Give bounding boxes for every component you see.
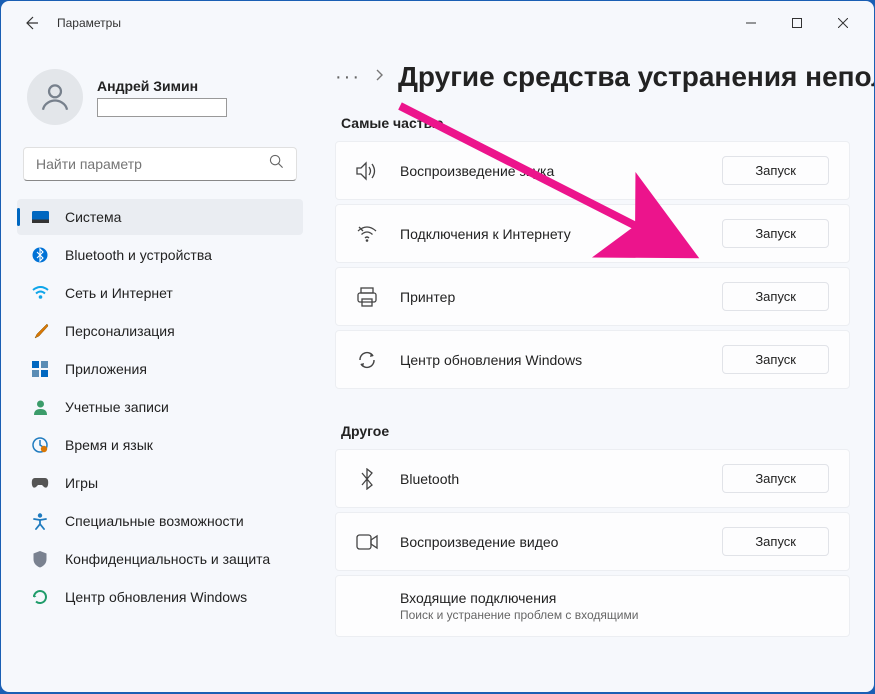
sync-icon bbox=[356, 349, 378, 371]
card-title: Центр обновления Windows bbox=[400, 352, 700, 368]
sidebar-item-time[interactable]: Время и язык bbox=[17, 427, 303, 463]
run-button[interactable]: Запуск bbox=[722, 219, 829, 248]
system-icon bbox=[31, 208, 49, 226]
speaker-icon bbox=[356, 160, 378, 182]
sidebar-item-bluetooth[interactable]: Bluetooth и устройства bbox=[17, 237, 303, 273]
nav-label: Конфиденциальность и защита bbox=[65, 551, 270, 567]
card-title: Входящие подключения bbox=[400, 590, 829, 606]
card-title: Воспроизведение звука bbox=[400, 163, 700, 179]
avatar bbox=[27, 69, 83, 125]
troubleshooter-windows-update: Центр обновления Windows Запуск bbox=[335, 330, 850, 389]
nav-label: Учетные записи bbox=[65, 399, 169, 415]
incoming-icon bbox=[356, 595, 378, 617]
troubleshooter-printer: Принтер Запуск bbox=[335, 267, 850, 326]
bluetooth-icon bbox=[356, 468, 378, 490]
person-icon bbox=[31, 398, 49, 416]
breadcrumb-ellipsis[interactable]: ··· bbox=[335, 67, 361, 87]
bluetooth-icon bbox=[31, 246, 49, 264]
app-title: Параметры bbox=[57, 16, 121, 30]
sidebar-item-accessibility[interactable]: Специальные возможности bbox=[17, 503, 303, 539]
main-content: ··· Другие средства устранения непол Сам… bbox=[311, 45, 874, 692]
card-title: Воспроизведение видео bbox=[400, 534, 700, 550]
gamepad-icon bbox=[31, 474, 49, 492]
card-title: Bluetooth bbox=[400, 471, 700, 487]
search-icon bbox=[269, 154, 284, 174]
search-input[interactable] bbox=[23, 147, 297, 181]
brush-icon bbox=[31, 322, 49, 340]
sidebar-item-gaming[interactable]: Игры bbox=[17, 465, 303, 501]
sidebar-item-system[interactable]: Система bbox=[17, 199, 303, 235]
sidebar-item-privacy[interactable]: Конфиденциальность и защита bbox=[17, 541, 303, 577]
maximize-button[interactable] bbox=[774, 7, 820, 39]
troubleshooter-audio: Воспроизведение звука Запуск bbox=[335, 141, 850, 200]
apps-icon bbox=[31, 360, 49, 378]
nav-label: Bluetooth и устройства bbox=[65, 247, 212, 263]
minimize-button[interactable] bbox=[728, 7, 774, 39]
run-button[interactable]: Запуск bbox=[722, 527, 829, 556]
sidebar-item-personalization[interactable]: Персонализация bbox=[17, 313, 303, 349]
troubleshooter-bluetooth: Bluetooth Запуск bbox=[335, 449, 850, 508]
card-title: Принтер bbox=[400, 289, 700, 305]
clock-globe-icon bbox=[31, 436, 49, 454]
nav-label: Игры bbox=[65, 475, 98, 491]
accessibility-icon bbox=[31, 512, 49, 530]
sidebar-item-network[interactable]: Сеть и Интернет bbox=[17, 275, 303, 311]
troubleshooter-internet: Подключения к Интернету Запуск bbox=[335, 204, 850, 263]
nav-list: Система Bluetooth и устройства Сеть и Ин… bbox=[17, 199, 303, 615]
nav-label: Сеть и Интернет bbox=[65, 285, 173, 301]
section-frequent-title: Самые частые bbox=[341, 115, 874, 131]
troubleshooter-video: Воспроизведение видео Запуск bbox=[335, 512, 850, 571]
nav-label: Приложения bbox=[65, 361, 147, 377]
search-field[interactable] bbox=[36, 156, 269, 172]
sidebar-item-apps[interactable]: Приложения bbox=[17, 351, 303, 387]
nav-label: Специальные возможности bbox=[65, 513, 244, 529]
page-title: Другие средства устранения непол bbox=[398, 61, 874, 93]
user-email-masked bbox=[97, 98, 227, 117]
sidebar-item-accounts[interactable]: Учетные записи bbox=[17, 389, 303, 425]
sidebar: Андрей Зимин Система Bluetooth и устройс… bbox=[1, 45, 311, 692]
nav-label: Персонализация bbox=[65, 323, 175, 339]
card-subtitle: Поиск и устранение проблем с входящими bbox=[400, 608, 829, 622]
sidebar-item-update[interactable]: Центр обновления Windows bbox=[17, 579, 303, 615]
close-button[interactable] bbox=[820, 7, 866, 39]
chevron-right-icon bbox=[375, 68, 384, 87]
run-button[interactable]: Запуск bbox=[722, 345, 829, 374]
user-name: Андрей Зимин bbox=[97, 78, 227, 94]
wifi-icon bbox=[31, 284, 49, 302]
printer-icon bbox=[356, 286, 378, 308]
run-button[interactable]: Запуск bbox=[722, 464, 829, 493]
run-button[interactable]: Запуск bbox=[722, 156, 829, 185]
run-button[interactable]: Запуск bbox=[722, 282, 829, 311]
section-other-title: Другое bbox=[341, 423, 874, 439]
nav-label: Система bbox=[65, 209, 121, 225]
back-button[interactable] bbox=[21, 13, 41, 33]
shield-icon bbox=[31, 550, 49, 568]
titlebar: Параметры bbox=[1, 1, 874, 45]
card-title: Подключения к Интернету bbox=[400, 226, 700, 242]
nav-label: Время и язык bbox=[65, 437, 153, 453]
update-icon bbox=[31, 588, 49, 606]
breadcrumb: ··· Другие средства устранения непол bbox=[335, 61, 874, 93]
nav-label: Центр обновления Windows bbox=[65, 589, 247, 605]
user-area[interactable]: Андрей Зимин bbox=[17, 57, 303, 147]
troubleshooter-incoming: Входящие подключения Поиск и устранение … bbox=[335, 575, 850, 637]
video-icon bbox=[356, 531, 378, 553]
wifi-icon bbox=[356, 223, 378, 245]
